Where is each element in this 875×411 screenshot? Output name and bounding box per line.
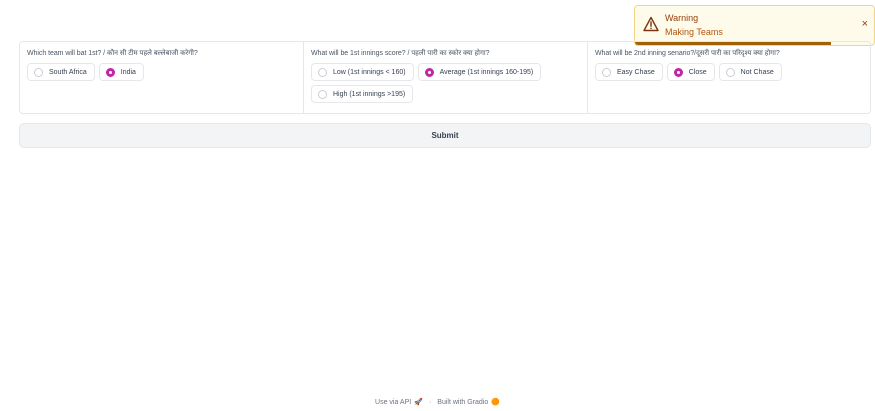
radio-icon[interactable] [34,67,43,77]
radio-group: Easy Chase Close Not Chase [595,63,863,81]
option-label: South Africa [49,68,87,76]
radio-option-south-africa[interactable]: South Africa [27,63,95,81]
radio-option-low[interactable]: Low (1st innings < 160) [311,63,414,81]
radio-icon[interactable] [318,67,327,77]
footer: Use via API 🚀 · Built with Gradio 🟠 [0,398,875,407]
toast-title: Warning [665,13,699,23]
radio-icon[interactable] [725,67,735,77]
question-bat-first: Which team will bat 1st? / कौन सी टीम पह… [20,42,303,113]
radio-group: Low (1st innings < 160) Average (1st inn… [311,63,580,103]
radio-icon[interactable] [602,67,611,77]
question-label: Which team will bat 1st? / कौन सी टीम पह… [27,50,198,57]
radio-icon[interactable] [673,67,683,77]
submit-button[interactable]: Submit [19,123,871,148]
radio-group: South Africa India [27,63,296,81]
gradio-logo-icon: 🟠 [491,399,500,406]
radio-option-close[interactable]: Close [666,63,715,81]
warning-triangle-icon [643,16,659,32]
question-second-innings-scenario: What will be 2nd inning senario?/दूसरी प… [587,42,870,113]
radio-option-high[interactable]: High (1st innings >195) [311,85,414,103]
use-via-api-link[interactable]: Use via API [375,399,411,406]
radio-option-easy-chase[interactable]: Easy Chase [595,63,663,81]
radio-option-not-chase[interactable]: Not Chase [718,63,782,81]
radio-icon[interactable] [105,67,115,77]
option-label: Low (1st innings < 160) [333,68,406,76]
question-label: What will be 1st innings score? / पहली प… [311,50,490,57]
footer-separator: · [428,398,432,406]
option-label: Not Chase [740,68,774,76]
option-label: Average (1st innings 160-195) [439,68,534,76]
option-label: India [120,68,136,76]
option-label: Easy Chase [617,68,655,76]
rocket-icon: 🚀 [414,399,423,406]
question-first-innings-score: What will be 1st innings score? / पहली प… [303,42,587,113]
warning-toast: Warning Making Teams × [634,5,875,46]
radio-option-average[interactable]: Average (1st innings 160-195) [417,63,542,81]
page: Warning Making Teams × Which team will b… [0,0,875,411]
option-label: High (1st innings >195) [333,90,406,98]
close-icon[interactable]: × [862,19,868,30]
option-label: Close [688,68,707,76]
prediction-form: Which team will bat 1st? / कौन सी टीम पह… [19,41,871,114]
radio-icon[interactable] [318,89,327,99]
radio-icon[interactable] [424,67,434,77]
question-label: What will be 2nd inning senario?/दूसरी प… [595,50,780,57]
toast-message: Making Teams [665,27,723,37]
built-with-gradio-link[interactable]: Built with Gradio [437,399,488,406]
radio-option-india[interactable]: India [98,63,144,81]
